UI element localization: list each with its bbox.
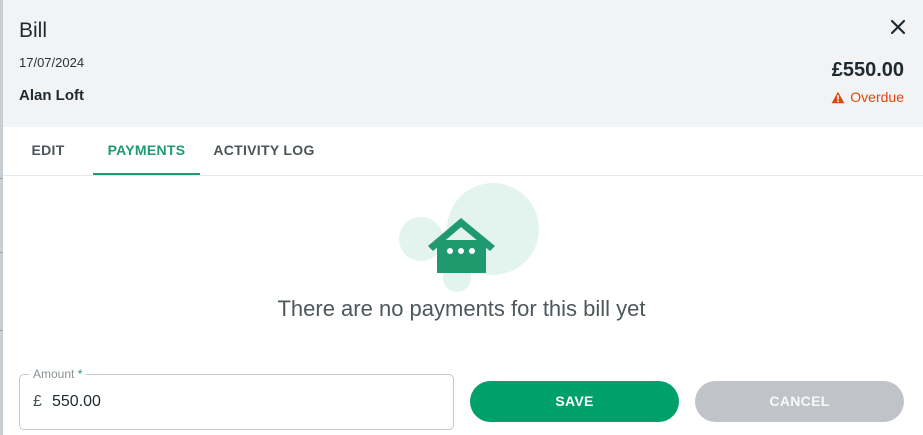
edge-tick [0,178,3,179]
warning-icon [831,91,845,103]
edge-tick [0,330,3,331]
cancel-button[interactable]: CANCEL [695,381,904,422]
page-title: Bill [19,19,48,42]
house-chat-illustration [399,183,539,292]
tab-activity-log[interactable]: ACTIVITY LOG [200,127,328,175]
currency-symbol: £ [33,393,42,410]
tab-bar: EDIT PAYMENTS ACTIVITY LOG [3,127,923,176]
bill-amount: £550.00 [831,59,904,81]
customer-name: Alan Loft [19,87,84,104]
close-button[interactable] [885,14,911,40]
tab-edit[interactable]: EDIT [3,127,93,175]
empty-payments-message: There are no payments for this bill yet [277,296,646,321]
status-label: Overdue [850,89,904,105]
required-marker: * [77,367,83,381]
amount-value[interactable]: 550.00 [52,393,101,411]
bill-header: Bill 17/07/2024 Alan Loft £550.00 Overdu… [3,0,923,127]
bill-date: 17/07/2024 [19,55,85,70]
close-icon [890,19,906,35]
status-badge: Overdue [831,89,904,105]
amount-input[interactable]: Amount * £ 550.00 [19,367,454,430]
save-button[interactable]: SAVE [470,381,679,422]
amount-label: Amount * [29,367,87,381]
tab-payments[interactable]: PAYMENTS [93,127,200,175]
edge-tick [0,252,3,253]
